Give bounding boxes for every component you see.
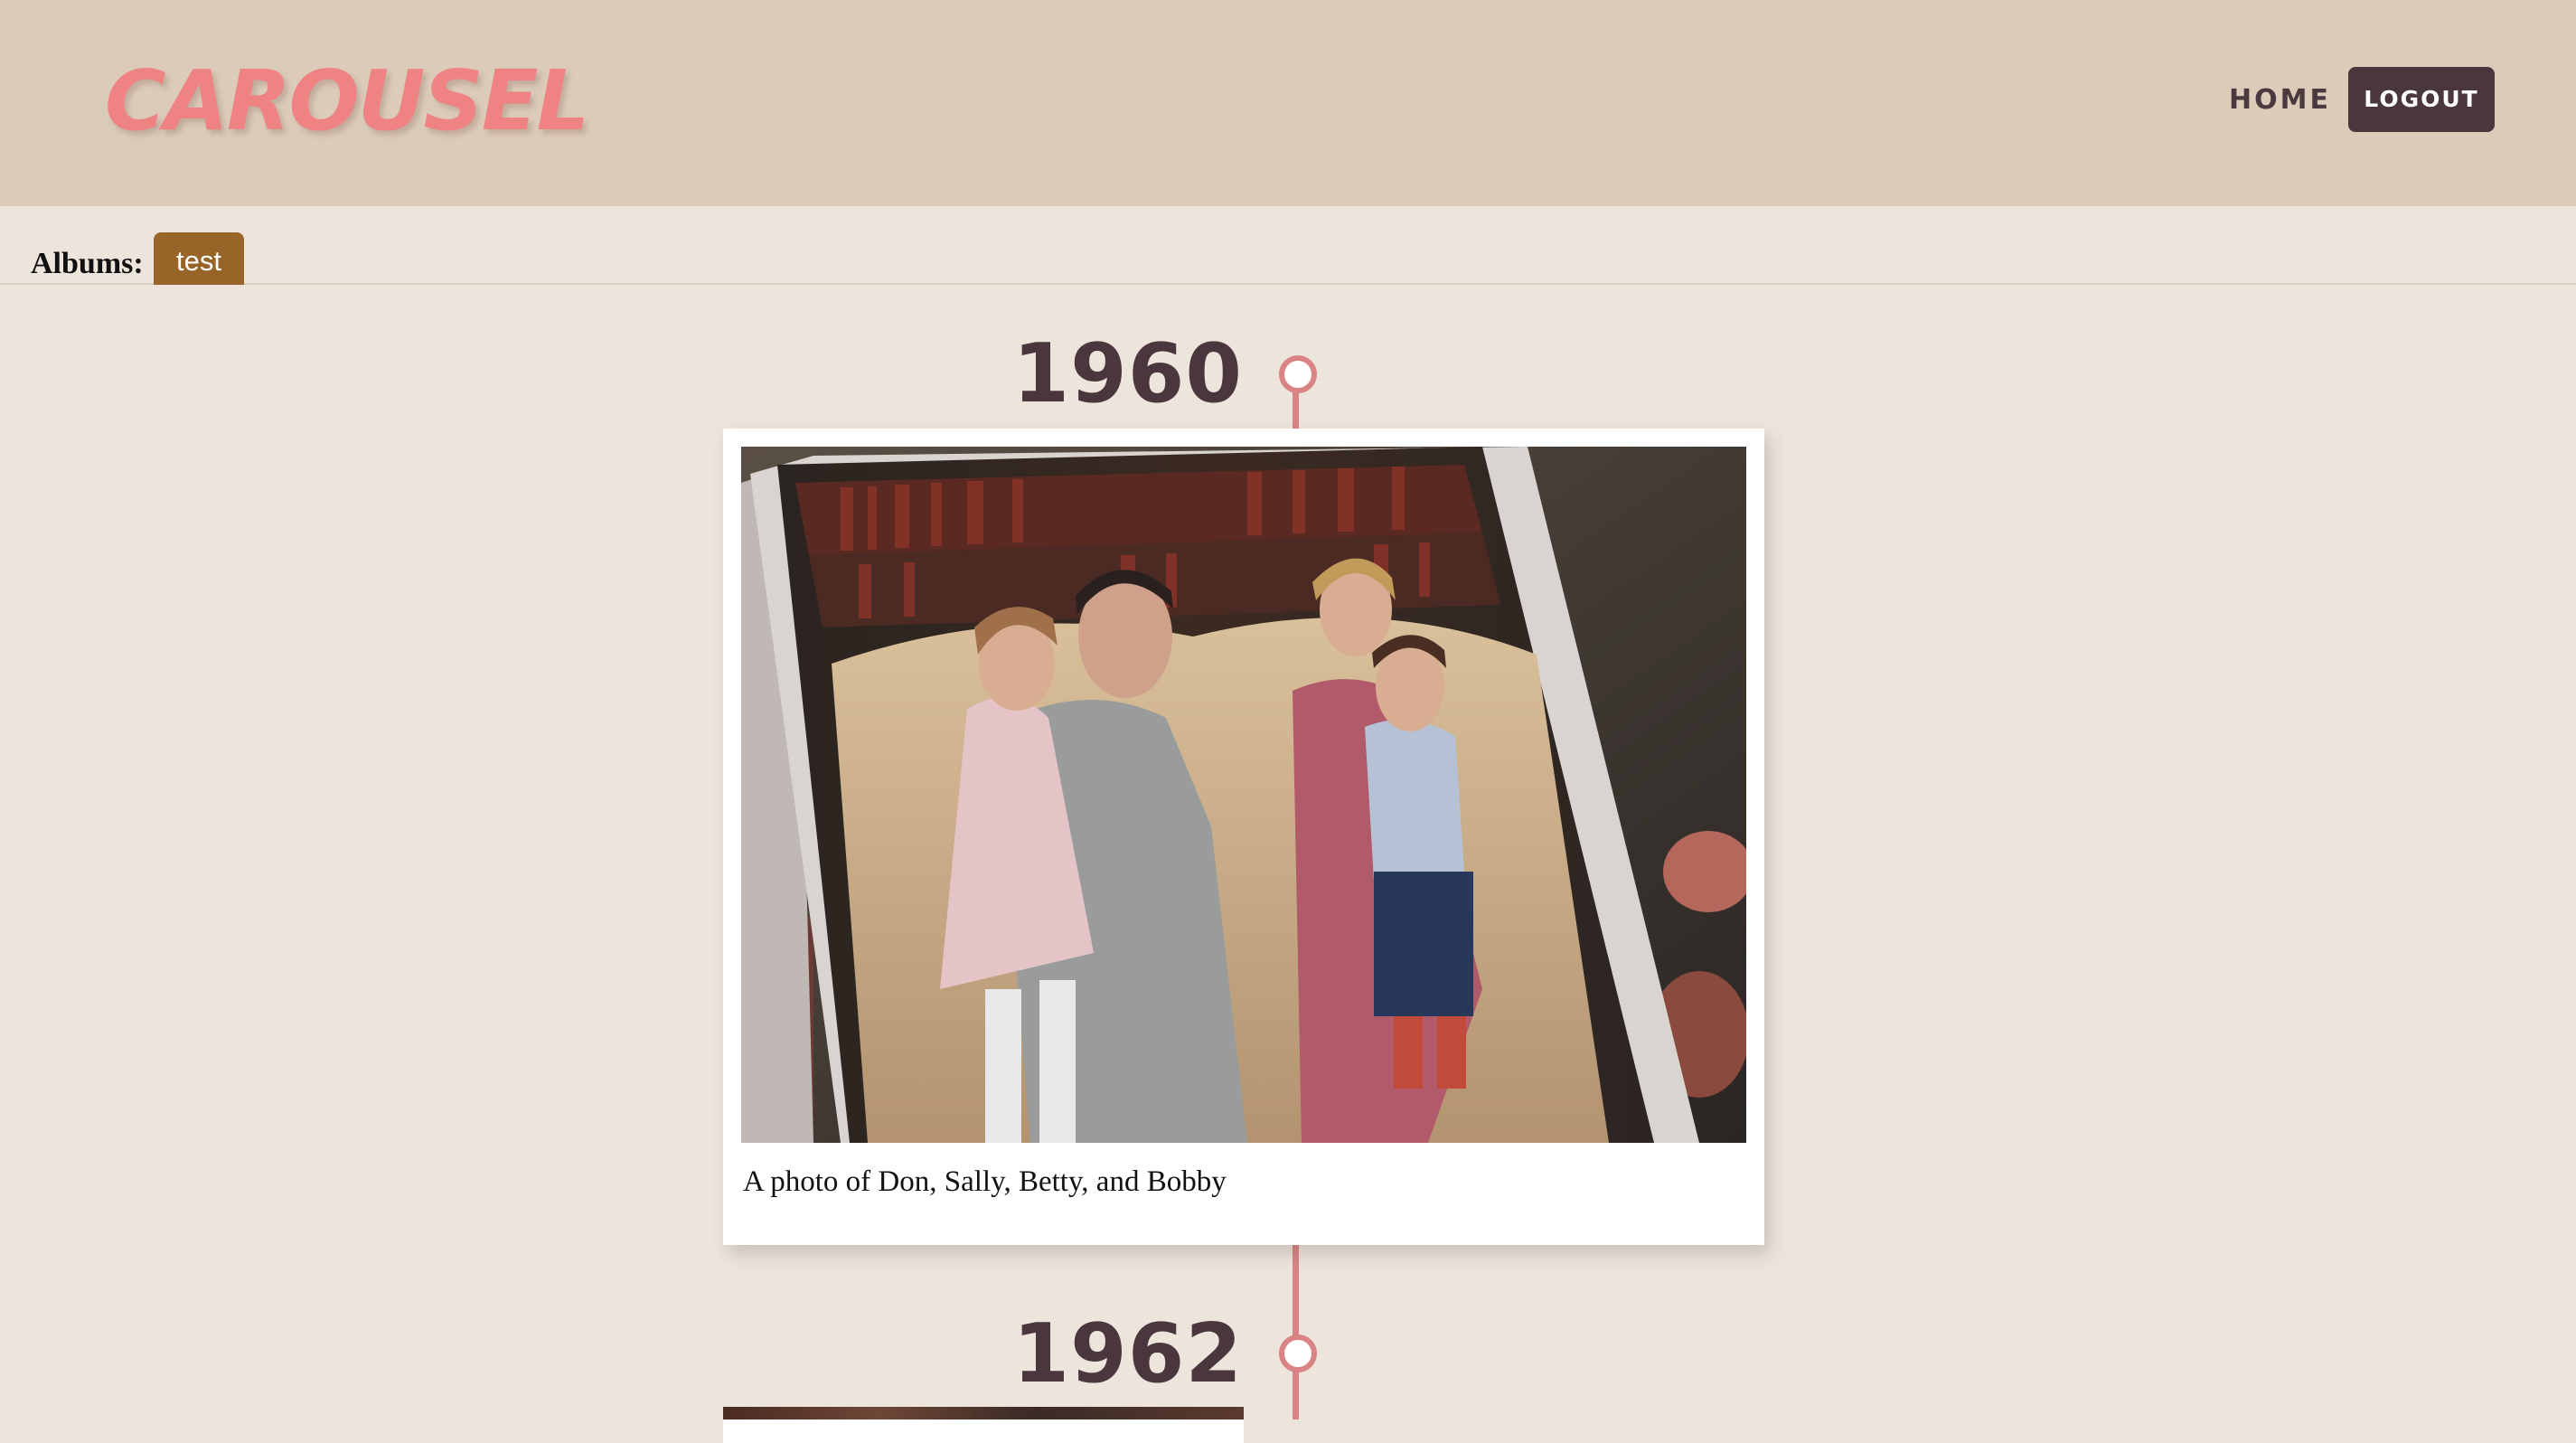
timeline-marker <box>1279 355 1317 393</box>
photo-card[interactable] <box>723 1407 1244 1443</box>
albums-bar: Albums: test <box>0 206 2576 285</box>
site-logo[interactable]: CAROUSEL <box>105 47 589 156</box>
year-heading: 1960 <box>1012 326 1243 421</box>
album-tab-test[interactable]: test <box>154 232 244 285</box>
family-photo[interactable] <box>741 447 1746 1143</box>
photo-preview <box>723 1407 1244 1419</box>
photo-caption: A photo of Don, Sally, Betty, and Bobby <box>743 1165 1227 1198</box>
albums-label: Albums: <box>31 247 144 280</box>
timeline-marker <box>1279 1335 1317 1372</box>
nav-home-link[interactable]: HOME <box>2229 78 2331 123</box>
logout-button[interactable]: LOGOUT <box>2348 67 2495 132</box>
header: CAROUSEL HOME LOGOUT <box>0 0 2576 206</box>
photo-card: A photo of Don, Sally, Betty, and Bobby <box>723 429 1764 1245</box>
year-heading: 1962 <box>1012 1306 1243 1401</box>
